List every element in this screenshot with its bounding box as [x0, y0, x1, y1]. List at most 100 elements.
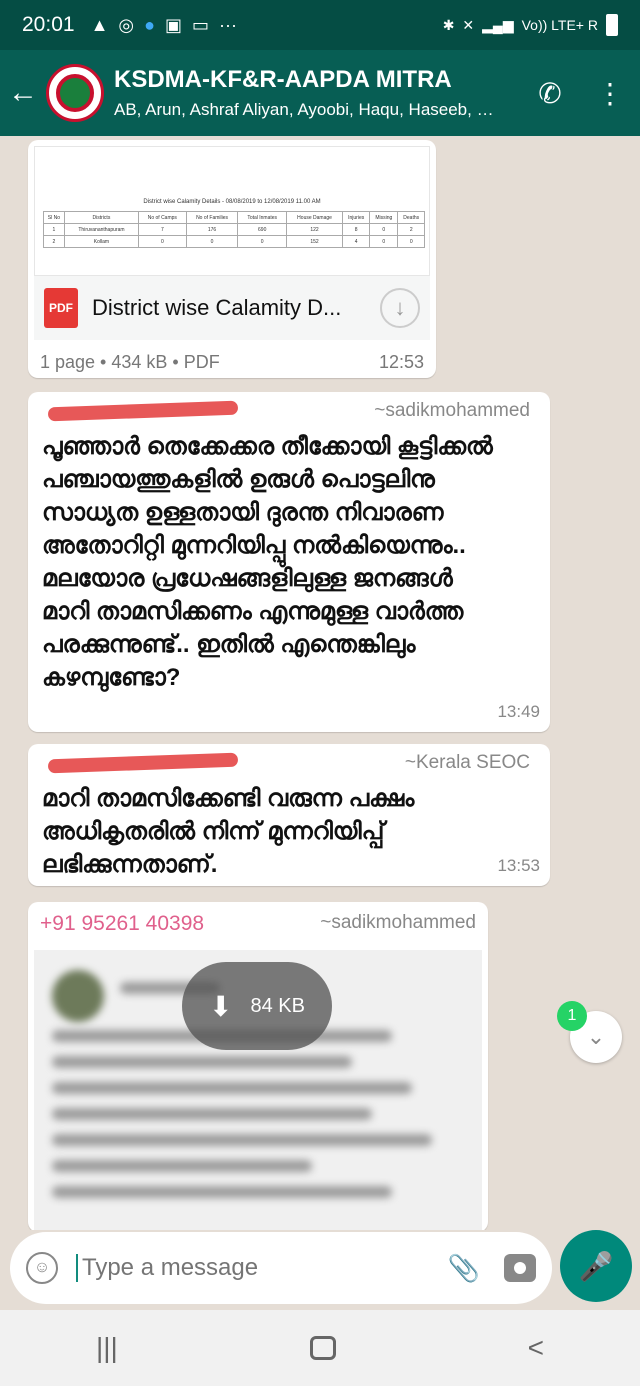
- redacted-phone: [47, 752, 239, 774]
- system-nav-bar: ||| <: [0, 1310, 640, 1386]
- preview-cell: 0: [397, 235, 425, 248]
- preview-cell: Missing: [369, 211, 399, 224]
- more-icon: ···: [219, 14, 237, 35]
- back-icon[interactable]: <: [528, 1332, 544, 1364]
- preview-title: District wise Calamity Details - 08/08/2…: [143, 199, 321, 205]
- preview-cell: 8: [342, 223, 371, 236]
- whatsapp-icon: ◎: [118, 14, 135, 35]
- sender-name: ~Kerala SEOC: [404, 752, 530, 773]
- message-time: 12:53: [378, 352, 424, 372]
- mute-icon: ✕: [462, 16, 475, 33]
- document-info[interactable]: PDF District wise Calamity D... ↓: [34, 276, 430, 340]
- text-message[interactable]: ~Kerala SEOC മാറി താമസിക്കേണ്ടി വരുന്ന പ…: [28, 744, 550, 886]
- emoji-icon[interactable]: ☺: [26, 1252, 58, 1284]
- sender-phone[interactable]: +91 95261 40398: [40, 912, 204, 936]
- media-download-button[interactable]: ⬇ 84 KB: [182, 962, 332, 1050]
- preview-cell: 690: [237, 223, 287, 236]
- blurred-line: [52, 1082, 412, 1094]
- preview-cell: Deaths: [397, 211, 425, 224]
- notification-icons: ▲ ◎ ● ▣ ▭ ···: [91, 15, 237, 36]
- message-text: പൂഞ്ഞാർ തെക്കേക്കര തീക്കോയി കൂട്ടിക്കൽ പ…: [42, 433, 493, 691]
- redacted-phone: [47, 400, 239, 422]
- preview-header-row: Sl No Districts No of Camps No of Famili…: [43, 211, 425, 224]
- preview-cell: 2: [397, 223, 425, 236]
- download-icon[interactable]: ↓: [380, 288, 420, 328]
- blurred-line: [52, 1186, 392, 1198]
- preview-cell: 152: [285, 235, 344, 248]
- system-icons: ✱ ✕ ▂▄▆ Vo)) LTE+ R: [443, 14, 618, 36]
- chat-area[interactable]: District wise Calamity Details - 08/08/2…: [0, 136, 640, 1230]
- attach-icon[interactable]: 📎: [448, 1253, 480, 1284]
- home-icon[interactable]: [309, 1336, 336, 1360]
- preview-cell: No of Families: [185, 211, 239, 224]
- chat-header: ← KSDMA-KF&R-AAPDA MITRA AB, Arun, Ashra…: [0, 50, 640, 136]
- preview-cell: 122: [285, 223, 344, 236]
- preview-row: 1 Thiruvananthapuram 7 176 690 122 8 0 2: [43, 223, 425, 236]
- preview-cell: Sl No: [43, 211, 65, 224]
- preview-cell: No of Camps: [138, 211, 187, 224]
- preview-cell: 0: [369, 235, 399, 248]
- double-chevron-down-icon: ⌄: [586, 1024, 606, 1049]
- document-details: 1 page • 434 kB • PDF: [40, 352, 220, 372]
- preview-row: 2 Kollam 0 0 0 152 4 0 0: [43, 235, 425, 248]
- preview-cell: House Damage: [285, 211, 344, 224]
- chat-info[interactable]: KSDMA-KF&R-AAPDA MITRA AB, Arun, Ashraf …: [114, 66, 520, 120]
- download-arrow-icon: ⬇: [209, 990, 233, 1022]
- document-name: District wise Calamity D...: [92, 295, 342, 320]
- preview-cell: 0: [237, 235, 287, 248]
- status-time: 20:01: [22, 13, 75, 36]
- add-call-icon[interactable]: ✆: [520, 77, 580, 110]
- network-label: Vo)) LTE+ R: [521, 17, 598, 33]
- image-message[interactable]: +91 95261 40398 ~sadikmohammed: [28, 902, 488, 1230]
- bluetooth-icon: ✱: [442, 16, 455, 33]
- alert-icon: ▲: [90, 14, 109, 35]
- camera-icon[interactable]: [504, 1254, 536, 1282]
- chat-members: AB, Arun, Ashraf Aliyan, Ayoobi, Haqu, H…: [114, 100, 494, 119]
- preview-table: Sl No Districts No of Camps No of Famili…: [43, 211, 425, 248]
- unread-badge: 1: [557, 1001, 587, 1031]
- battery-icon: [606, 14, 618, 36]
- message-time: 13:49: [497, 702, 540, 721]
- blurred-avatar: [52, 970, 104, 1022]
- status-bar: 20:01 ▲ ◎ ● ▣ ▭ ··· ✱ ✕ ▂▄▆ Vo)) LTE+ R: [0, 0, 640, 50]
- group-avatar[interactable]: [46, 64, 104, 122]
- sender-row: ~Kerala SEOC: [42, 752, 534, 778]
- preview-cell: 2: [43, 235, 65, 248]
- document-preview[interactable]: District wise Calamity Details - 08/08/2…: [34, 146, 430, 276]
- shopping-bag-icon: ●: [144, 14, 155, 35]
- more-vert-icon[interactable]: ⋮: [580, 77, 640, 110]
- blurred-line: [52, 1134, 432, 1146]
- sender-row: ~sadikmohammed: [42, 400, 534, 426]
- blurred-line: [52, 1160, 312, 1172]
- blurred-line: [52, 1056, 352, 1068]
- sender-name: ~sadikmohammed: [320, 912, 476, 933]
- pdf-icon: PDF: [44, 288, 78, 328]
- sender-name: ~sadikmohammed: [374, 400, 530, 421]
- message-text: മാറി താമസിക്കേണ്ടി വരുന്ന പക്ഷം അധികൃതരി…: [42, 785, 415, 878]
- preview-cell: 0: [185, 235, 239, 248]
- preview-cell: Injuries: [342, 211, 371, 224]
- recent-apps-icon[interactable]: |||: [96, 1332, 118, 1364]
- preview-cell: 176: [185, 223, 239, 236]
- text-message[interactable]: ~sadikmohammed പൂഞ്ഞാർ തെക്കേക്കര തീക്കോ…: [28, 392, 550, 732]
- download-size: 84 KB: [250, 994, 305, 1017]
- preview-cell: Total Inmates: [237, 211, 287, 224]
- back-arrow-icon[interactable]: ←: [0, 76, 46, 110]
- blurred-line: [52, 1108, 372, 1120]
- preview-cell: 0: [369, 223, 399, 236]
- preview-cell: Kollam: [63, 235, 140, 248]
- preview-cell: Thiruvananthapuram: [63, 223, 140, 236]
- mic-button[interactable]: 🎤: [560, 1230, 632, 1302]
- document-message[interactable]: District wise Calamity Details - 08/08/2…: [28, 140, 436, 378]
- signal-icon: ▂▄▆: [482, 16, 514, 33]
- message-input[interactable]: [76, 1254, 448, 1282]
- preview-cell: 4: [342, 235, 371, 248]
- message-time: 13:53: [497, 856, 540, 875]
- facebook-icon: ▣: [164, 14, 182, 35]
- chat-title: KSDMA-KF&R-AAPDA MITRA: [114, 66, 452, 93]
- vr-icon: ▭: [192, 14, 210, 35]
- preview-cell: Districts: [63, 211, 140, 224]
- mic-icon: 🎤: [578, 1250, 614, 1282]
- message-input-bar: ☺ 📎: [10, 1232, 552, 1304]
- preview-cell: 1: [43, 223, 65, 236]
